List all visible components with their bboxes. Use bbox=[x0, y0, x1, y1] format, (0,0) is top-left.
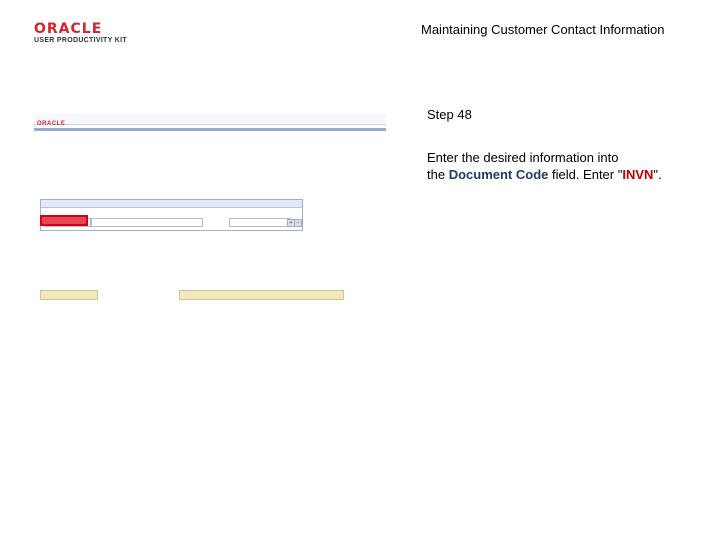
step-instruction: Enter the desired information into the D… bbox=[427, 149, 707, 183]
instruction-field-name: Document Code bbox=[448, 167, 549, 182]
instruction-mid: field. Enter " bbox=[548, 167, 623, 182]
action-button-bar[interactable] bbox=[179, 290, 344, 300]
step-number: Step 48 bbox=[427, 107, 472, 122]
instruction-value: INVN bbox=[622, 167, 654, 182]
logo-brand: ORACLE bbox=[34, 21, 103, 37]
page-title: Maintaining Customer Contact Information bbox=[421, 22, 665, 37]
application-screenshot: ORACLE + − bbox=[34, 102, 386, 310]
document-code-highlight[interactable] bbox=[40, 215, 88, 226]
document-description-field[interactable] bbox=[91, 218, 203, 227]
instruction-end: ". bbox=[653, 167, 662, 182]
save-notify-button-bar[interactable] bbox=[40, 290, 98, 300]
app-header-rule bbox=[34, 128, 386, 131]
grid-header-bar bbox=[41, 200, 302, 208]
delete-row-icon[interactable]: − bbox=[294, 219, 302, 227]
app-top-bar bbox=[34, 114, 386, 125]
oracle-upk-logo: ORACLE USER PRODUCTIVITY KIT bbox=[34, 22, 134, 50]
instruction-line1: Enter the desired information into bbox=[427, 150, 619, 165]
logo-tagline: USER PRODUCTIVITY KIT bbox=[34, 37, 127, 44]
grid-cell-field[interactable] bbox=[229, 218, 291, 227]
instruction-prefix: the bbox=[427, 167, 449, 182]
app-oracle-logo: ORACLE bbox=[37, 121, 66, 127]
